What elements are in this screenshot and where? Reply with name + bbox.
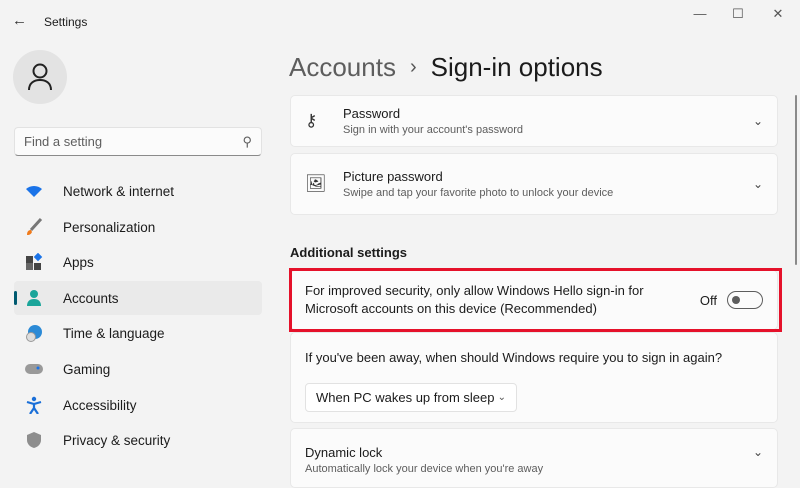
chevron-down-icon: ⌄: [752, 177, 763, 191]
person-icon: [28, 63, 52, 91]
away-dropdown[interactable]: When PC wakes up from sleep ⌄: [305, 383, 517, 412]
sidebar-item-label: Gaming: [63, 361, 111, 377]
person-icon: [24, 289, 44, 307]
sidebar-item-apps[interactable]: Apps: [14, 245, 262, 279]
card-title: Picture password: [343, 169, 443, 184]
breadcrumb-separator: ›: [409, 56, 417, 78]
sidebar-item-label: Time & language: [63, 325, 165, 341]
accessibility-icon: [24, 396, 44, 414]
card-desc: Swipe and tap your favorite photo to unl…: [343, 187, 614, 199]
gamepad-icon: [24, 363, 44, 375]
sidebar-item-time-language[interactable]: Time & language: [14, 316, 262, 350]
sidebar-item-label: Apps: [63, 254, 94, 270]
sidebar-item-label: Accessibility: [63, 397, 137, 413]
search-input[interactable]: Find a setting ⚲: [14, 127, 262, 156]
picture-icon: 🖼︎: [305, 174, 327, 193]
dynamic-lock-card[interactable]: Dynamic lock Automatically lock your dev…: [290, 428, 778, 488]
breadcrumb-accounts[interactable]: Accounts: [289, 52, 396, 83]
sidebar-item-accounts[interactable]: Accounts: [14, 281, 262, 315]
password-card[interactable]: ⚷ Password Sign in with your account's pa…: [290, 95, 778, 147]
card-desc: Sign in with your account's password: [343, 124, 524, 136]
dropdown-value: When PC wakes up from sleep: [316, 390, 495, 405]
card-title: Dynamic lock: [305, 445, 383, 460]
away-card: If you've been away, when should Windows…: [290, 332, 778, 423]
page-title: Sign-in options: [430, 52, 603, 82]
chevron-down-icon: ⌄: [497, 392, 506, 403]
sidebar-item-accessibility[interactable]: Accessibility: [14, 388, 262, 422]
back-button[interactable]: ←: [12, 12, 27, 29]
section-heading: Additional settings: [290, 245, 407, 260]
picture-password-card[interactable]: 🖼︎ Picture password Swipe and tap your fa…: [290, 153, 778, 215]
search-placeholder: Find a setting: [24, 134, 103, 149]
globe-clock-icon: [24, 324, 44, 342]
brush-icon: [24, 218, 44, 236]
sidebar-item-label: Accounts: [63, 290, 119, 306]
avatar[interactable]: [13, 50, 67, 104]
sidebar-item-label: Network & internet: [63, 183, 175, 199]
away-question: If you've been away, when should Windows…: [305, 350, 723, 365]
minimize-button[interactable]: —: [690, 6, 710, 21]
sidebar-item-gaming[interactable]: Gaming: [14, 352, 262, 386]
shield-icon: [24, 431, 44, 449]
sidebar-item-label: Privacy & security: [63, 432, 171, 448]
card-desc: Automatically lock your device when you'…: [305, 463, 544, 475]
chevron-down-icon: ⌄: [752, 445, 763, 459]
apps-icon: [24, 253, 44, 271]
breadcrumb: Accounts › Sign-in options: [289, 52, 603, 83]
maximize-button[interactable]: ☐: [728, 6, 748, 22]
key-icon: ⚷: [305, 111, 318, 130]
sidebar-item-personalization[interactable]: Personalization: [14, 210, 262, 244]
sidebar-item-label: Personalization: [63, 219, 156, 235]
close-button[interactable]: ✕: [768, 6, 788, 22]
sidebar-item-privacy[interactable]: Privacy & security: [14, 423, 262, 457]
search-icon: ⚲: [242, 134, 252, 149]
wifi-icon: [24, 184, 44, 198]
card-title: Password: [343, 106, 401, 121]
sidebar-item-network[interactable]: Network & internet: [14, 174, 262, 208]
highlight-box: [289, 268, 782, 332]
chevron-down-icon: ⌄: [752, 114, 763, 128]
scrollbar[interactable]: [795, 95, 797, 265]
selected-indicator: [14, 291, 17, 305]
window-title: Settings: [44, 15, 88, 29]
